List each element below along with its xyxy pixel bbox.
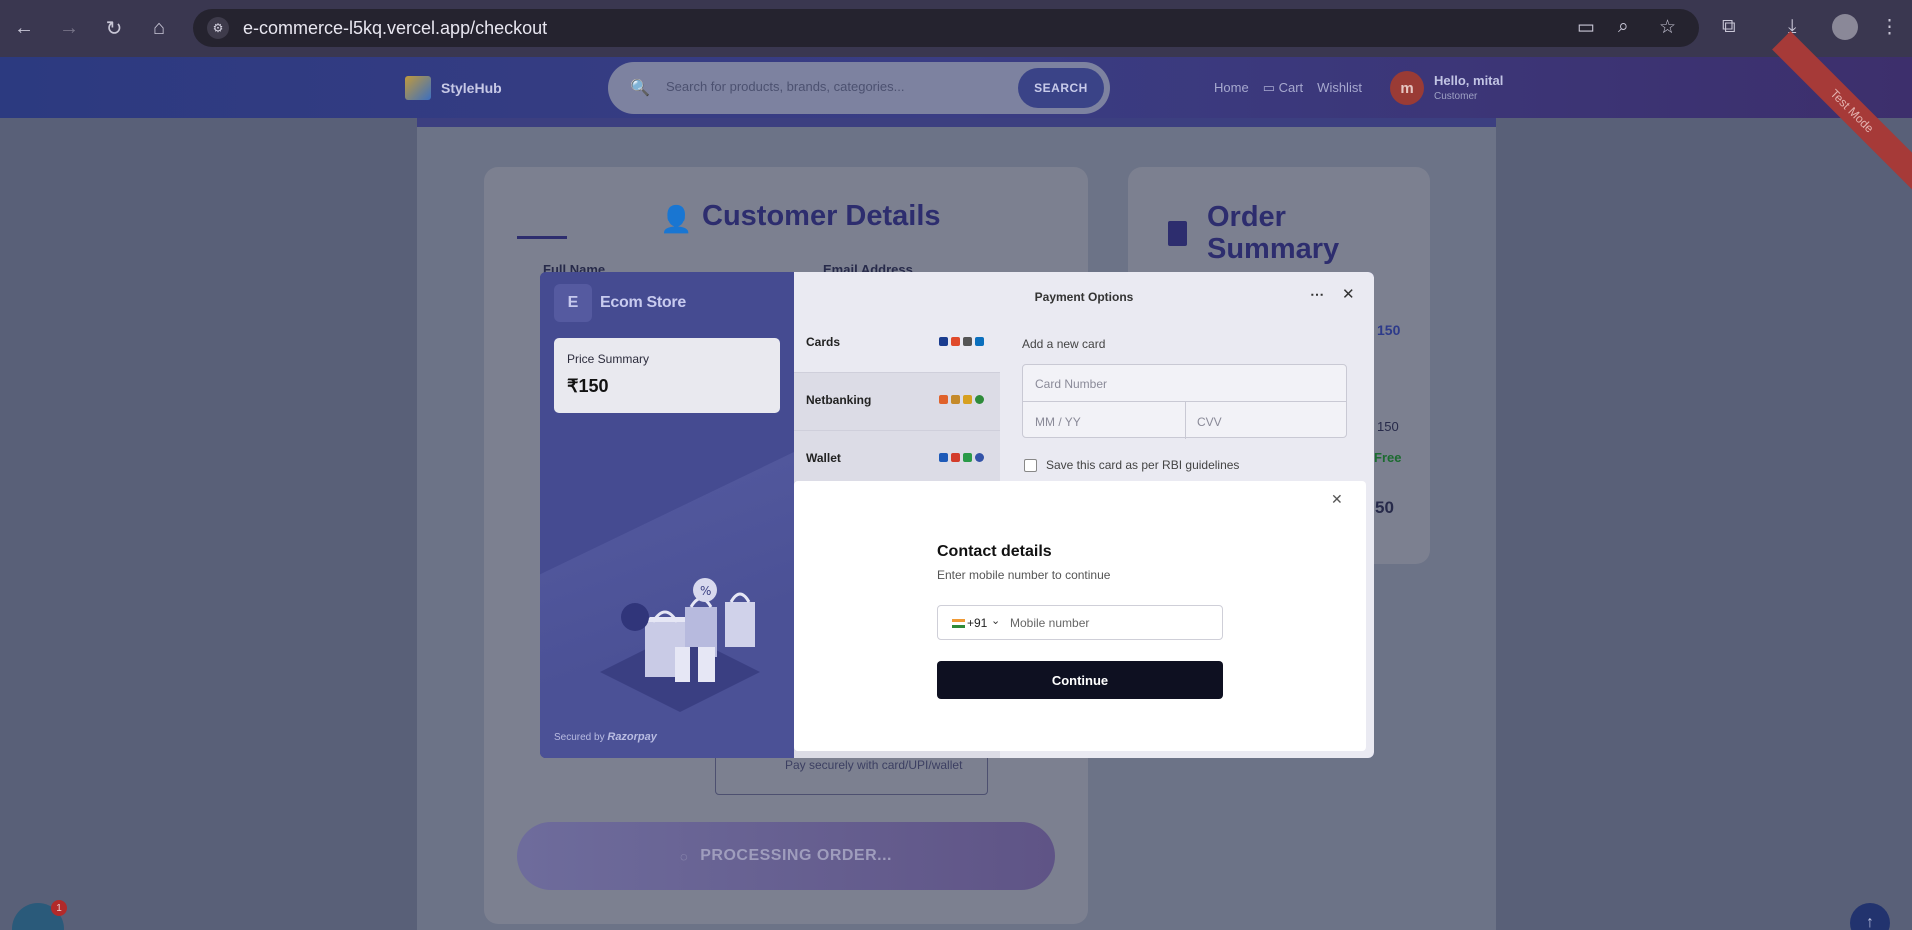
chat-badge: 1	[51, 900, 67, 916]
profile-icon[interactable]	[1832, 14, 1858, 40]
processing-order-button: ◌ PROCESSING ORDER...	[517, 822, 1055, 890]
razorpay-logo: Razorpay	[607, 731, 657, 743]
option-label: Wallet	[806, 451, 841, 465]
shopping-bags-illustration: %	[600, 578, 760, 712]
brand-logo-icon	[405, 76, 431, 100]
install-app-icon[interactable]: ▭	[1577, 16, 1595, 39]
payment-option-netbanking[interactable]: Netbanking	[794, 373, 1000, 431]
close-icon[interactable]: ✕	[1331, 491, 1343, 508]
phone-field: +91 ⌄ Mobile number	[937, 605, 1223, 640]
brand-name: StyleHub	[441, 80, 502, 96]
option-label: Netbanking	[806, 393, 872, 407]
nav-wishlist[interactable]: Wishlist	[1317, 80, 1362, 96]
continue-button[interactable]: Continue	[937, 661, 1223, 699]
secured-by: Secured by Razorpay	[554, 731, 657, 743]
cart-icon: ▭	[1262, 80, 1275, 95]
card-network-icons	[939, 337, 984, 346]
summary-amount: 150	[1377, 322, 1401, 338]
close-icon[interactable]: ✕	[1342, 285, 1355, 303]
scroll-top-icon[interactable]: ↑	[1850, 903, 1890, 930]
search-input[interactable]: Search for products, brands, categories.…	[666, 79, 904, 94]
india-flag-icon	[952, 619, 965, 628]
contact-details-dialog: ✕ Contact details Enter mobile number to…	[794, 481, 1366, 751]
add-card-label: Add a new card	[1022, 337, 1106, 351]
nav-cart[interactable]: ▭ Cart	[1263, 80, 1303, 96]
more-options-icon[interactable]: ⋯	[1310, 286, 1324, 303]
secured-label: Secured by	[554, 732, 605, 743]
menu-icon[interactable]: ⋮	[1880, 16, 1899, 39]
address-bar[interactable]: ⚙ e-commerce-l5kq.vercel.app/checkout	[193, 9, 1699, 47]
order-summary-title: Order Summary	[1207, 201, 1340, 265]
extensions-icon[interactable]: ⧉	[1722, 16, 1736, 38]
title-underline	[517, 236, 567, 239]
chevron-down-icon[interactable]: ⌄	[991, 614, 1000, 627]
summary-shipping: Free	[1374, 450, 1402, 465]
processing-label: PROCESSING ORDER...	[700, 847, 892, 864]
brand[interactable]: StyleHub	[405, 76, 502, 100]
url-text[interactable]: e-commerce-l5kq.vercel.app/checkout	[243, 18, 547, 39]
payment-option-cards[interactable]: Cards	[794, 315, 1000, 373]
home-icon[interactable]: ⌂	[147, 16, 171, 40]
spinner-icon: ◌	[680, 848, 689, 864]
reload-icon[interactable]: ↻	[102, 16, 126, 40]
price-value: ₹150	[567, 376, 609, 396]
country-code-select[interactable]: +91	[967, 616, 987, 630]
save-card-checkbox[interactable]	[1024, 459, 1037, 472]
contact-subtitle: Enter mobile number to continue	[937, 568, 1111, 582]
option-label: Cards	[806, 335, 841, 349]
nav-home[interactable]: Home	[1214, 80, 1249, 96]
user-icon: 👤	[660, 204, 693, 234]
forward-arrow-icon[interactable]: →	[57, 16, 81, 40]
svg-text:%: %	[700, 584, 711, 598]
receipt-icon	[1168, 221, 1187, 246]
bank-icons	[939, 395, 984, 404]
payment-hint: Pay securely with card/UPI/wallet	[785, 758, 963, 772]
nav-cart-label: Cart	[1278, 80, 1304, 95]
user-role: Customer	[1434, 91, 1478, 102]
cvv-input[interactable]: CVV	[1197, 415, 1222, 429]
expiry-input[interactable]: MM / YY	[1035, 415, 1081, 429]
customer-details-title: Customer Details	[702, 200, 941, 232]
summary-subtotal: 150	[1377, 419, 1399, 434]
card-form: Card Number MM / YY CVV	[1022, 364, 1347, 439]
mobile-number-input[interactable]: Mobile number	[1010, 616, 1089, 630]
merchant-name: Ecom Store	[600, 294, 686, 311]
search-icon: 🔍	[630, 80, 650, 97]
divider	[1185, 401, 1186, 439]
back-arrow-icon[interactable]: ←	[12, 16, 36, 40]
save-card-label: Save this card as per RBI guidelines	[1046, 458, 1240, 472]
search-bar: 🔍 Search for products, brands, categorie…	[608, 62, 1110, 114]
price-summary-label: Price Summary	[567, 352, 650, 366]
price-summary-card[interactable]: Price Summary ₹150	[554, 338, 780, 413]
avatar[interactable]: m	[1390, 71, 1424, 105]
search-button[interactable]: SEARCH	[1018, 68, 1104, 108]
contact-title: Contact details	[937, 543, 1052, 560]
payment-options-title: Payment Options	[1034, 290, 1134, 304]
star-icon[interactable]: ☆	[1659, 16, 1676, 39]
top-nav: Home ▭ Cart Wishlist	[1214, 80, 1362, 96]
site-info-icon[interactable]: ⚙	[207, 17, 229, 39]
page-accent-bar	[417, 118, 1496, 127]
merchant-logo: E	[554, 284, 592, 322]
summary-total: 50	[1375, 498, 1394, 517]
merchant-panel: E Ecom Store Price Summary ₹150 % Secure…	[540, 272, 794, 758]
browser-toolbar: ← → ↻ ⌂ ⚙ e-commerce-l5kq.vercel.app/che…	[0, 0, 1912, 57]
card-number-input[interactable]: Card Number	[1035, 377, 1107, 391]
user-greeting[interactable]: Hello, mital	[1434, 73, 1503, 88]
zoom-icon[interactable]: ⌕	[1618, 16, 1629, 38]
wallet-icons	[939, 453, 984, 462]
